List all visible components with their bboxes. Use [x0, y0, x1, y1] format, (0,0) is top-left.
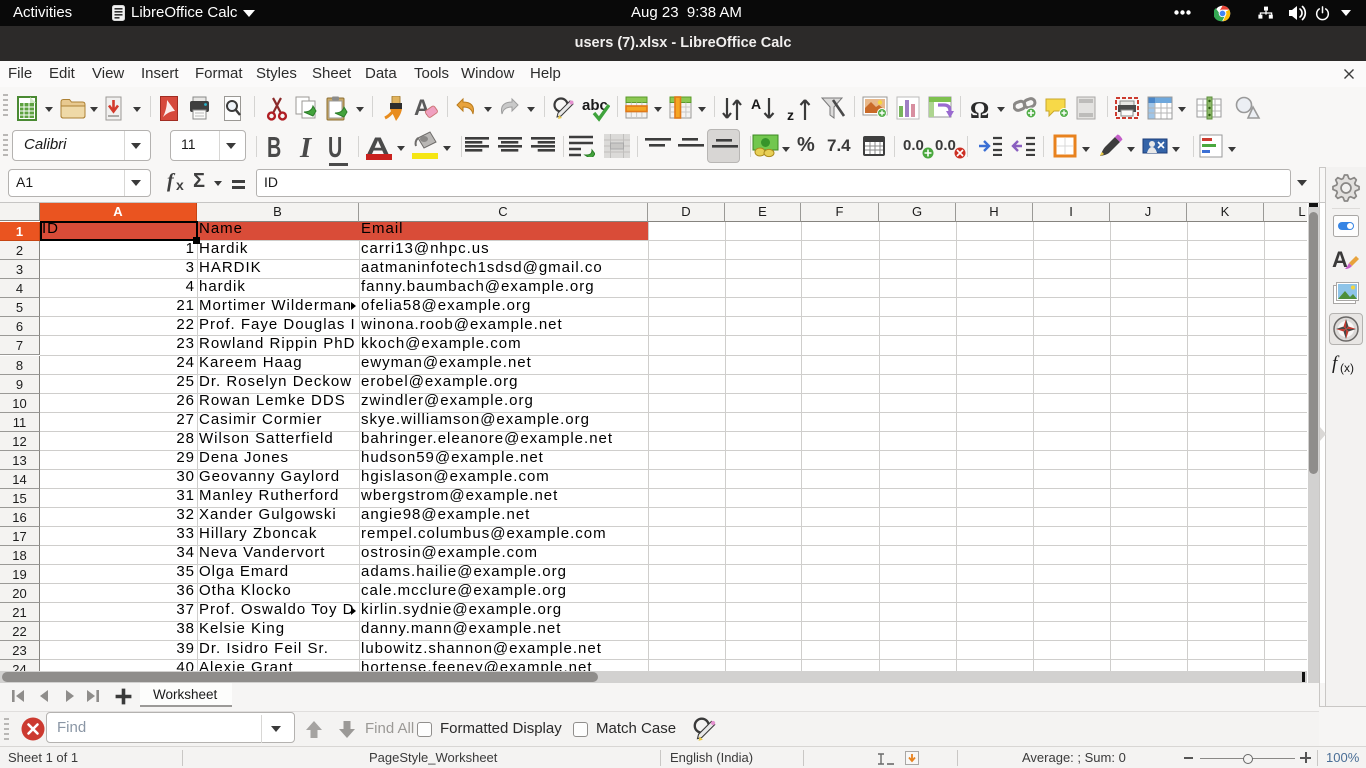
svg-text:A: A — [751, 96, 761, 112]
svg-text:Ω: Ω — [970, 98, 989, 122]
svg-text:A: A — [1332, 247, 1348, 272]
svg-text:z: z — [787, 107, 794, 122]
